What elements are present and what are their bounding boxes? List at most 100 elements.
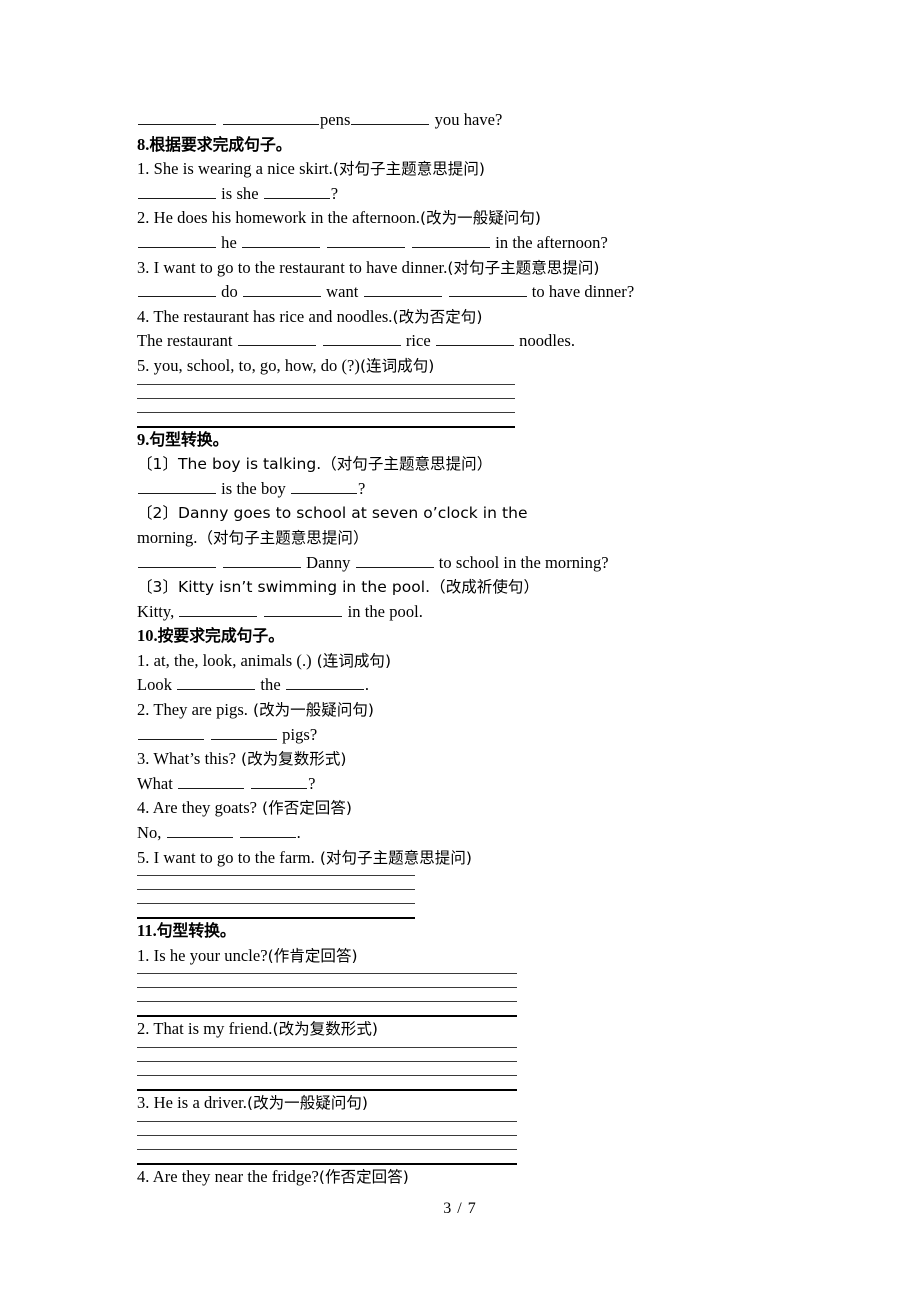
answer-rule-group	[137, 383, 777, 428]
fill-blank[interactable]	[351, 109, 430, 125]
question-prompt: 5. I want to go to the farm. (对句子主题意思提问)	[137, 846, 777, 871]
answer-rule[interactable]	[137, 1075, 517, 1076]
prompt-instruction: (改为复数形式)	[240, 750, 347, 769]
answer-line: Danny to school in the morning?	[137, 551, 777, 576]
answer-segment: rice	[401, 331, 435, 351]
answer-segment: .	[364, 675, 370, 695]
answer-rule[interactable]	[137, 1120, 517, 1122]
prompt-text: 2. They are pigs.	[137, 700, 248, 720]
answer-rule-group	[137, 1047, 777, 1091]
question-prompt: 1. She is wearing a nice skirt.(对句子主题意思提…	[137, 157, 777, 182]
fill-blank[interactable]	[264, 601, 343, 617]
prompt-instruction: (作否定回答)	[262, 799, 352, 818]
fill-blank[interactable]	[263, 183, 330, 199]
page-number: 3 / 7	[443, 1200, 477, 1217]
prompt-instruction: (对句子主题意思提问)	[319, 848, 472, 867]
fill-blank[interactable]	[448, 281, 527, 298]
answer-line: No, .	[137, 821, 777, 846]
answer-line: The restaurant rice noodles.	[137, 329, 777, 354]
fill-blank[interactable]	[179, 601, 258, 617]
answer-segment: pigs?	[278, 724, 318, 744]
fill-blank[interactable]	[242, 281, 321, 298]
fill-blank[interactable]	[138, 281, 216, 298]
fill-blank[interactable]	[177, 674, 256, 691]
fill-blank[interactable]	[291, 478, 358, 494]
answer-rule[interactable]	[137, 1148, 517, 1150]
answer-segment: in the afternoon?	[491, 232, 608, 252]
answer-segment: is the boy	[217, 478, 291, 498]
answer-segment: is she	[217, 183, 263, 203]
answer-segment: in the pool.	[343, 601, 423, 621]
fill-blank[interactable]	[138, 478, 216, 494]
fill-blank[interactable]	[363, 281, 442, 298]
answer-rule[interactable]	[137, 1061, 517, 1062]
answer-rule[interactable]	[137, 987, 517, 989]
fill-blank[interactable]	[239, 822, 296, 839]
fill-blank[interactable]	[211, 723, 277, 740]
prompt-text: 〔2〕Danny goes to school at seven o’clock…	[137, 504, 528, 523]
question-prompt: 5. you, school, to, go, how, do (?)(连词成句…	[137, 354, 777, 379]
fill-blank[interactable]	[223, 109, 319, 125]
section-number: 8.	[137, 134, 150, 154]
prompt-text: 1. She is wearing a nice skirt.	[137, 159, 333, 179]
answer-rule[interactable]	[137, 397, 515, 399]
answer-line: pigs?	[137, 723, 777, 748]
answer-rule[interactable]	[137, 411, 515, 413]
section-number: 10.	[137, 626, 158, 646]
prompt-text: 3. I want to go to the restaurant to hav…	[137, 257, 448, 277]
fill-blank[interactable]	[251, 773, 308, 789]
question-prompt: 〔3〕Kitty isn’t swimming in the pool.（改成祈…	[137, 575, 777, 600]
prompt-text: 3. What’s this?	[137, 749, 236, 769]
answer-rule[interactable]	[137, 889, 415, 891]
answer-segment: ?	[330, 183, 339, 203]
section-heading-11: 11.句型转换。	[137, 919, 777, 944]
fill-blank[interactable]	[242, 232, 321, 248]
answer-segment: to have dinner?	[527, 282, 635, 302]
fill-blank[interactable]	[322, 330, 401, 347]
answer-segment: Kitty,	[137, 601, 179, 621]
fill-blank[interactable]	[138, 232, 216, 248]
fill-blank[interactable]	[138, 109, 216, 125]
answer-rule[interactable]	[137, 903, 415, 905]
question-prompt: 3. What’s this? (改为复数形式)	[137, 747, 777, 772]
answer-rule[interactable]	[137, 973, 517, 975]
question-prompt-continued: morning.（对句子主题意思提问）	[137, 526, 777, 551]
fill-blank[interactable]	[138, 723, 204, 740]
prompt-instruction: (改为一般疑问句)	[246, 1094, 369, 1112]
question-prompt: 3. I want to go to the restaurant to hav…	[137, 256, 777, 281]
prompt-instruction: （对句子主题意思提问）	[197, 528, 369, 547]
answer-rule[interactable]	[137, 1134, 517, 1136]
prompt-instruction: (改为否定句)	[392, 307, 483, 326]
carryover-question-line: pens you have?	[137, 108, 777, 133]
prompt-instruction: （改成祈使句）	[430, 578, 539, 597]
prompt-text: 1. Is he your uncle?	[137, 945, 268, 965]
prompt-text: 5. I want to go to the farm.	[137, 847, 315, 867]
fill-blank[interactable]	[223, 551, 301, 568]
answer-rule[interactable]	[137, 1047, 517, 1048]
fill-blank[interactable]	[138, 551, 216, 568]
answer-segment: do	[217, 282, 242, 302]
prompt-text: 3. He is a driver.	[137, 1093, 247, 1112]
question-prompt: 4. Are they near the fridge?(作否定回答)	[137, 1165, 777, 1190]
answer-rule[interactable]	[137, 383, 515, 385]
answer-rule-group	[137, 973, 777, 1018]
question-prompt: 2. He does his homework in the afternoon…	[137, 206, 777, 231]
prompt-text: 2. He does his homework in the afternoon…	[137, 208, 420, 228]
answer-line: What ?	[137, 772, 777, 797]
question-prompt: 2. That is my friend.(改为复数形式)	[137, 1017, 777, 1042]
fill-blank[interactable]	[327, 232, 406, 248]
fill-blank[interactable]	[285, 674, 364, 691]
fill-blank[interactable]	[166, 822, 233, 839]
fill-blank[interactable]	[237, 330, 316, 347]
fill-blank[interactable]	[355, 551, 434, 568]
answer-line: he in the afternoon?	[137, 231, 777, 256]
fill-blank[interactable]	[138, 183, 216, 199]
answer-line: do want to have dinner?	[137, 280, 777, 305]
answer-rule[interactable]	[137, 875, 415, 877]
answer-segment: .	[296, 823, 301, 843]
fill-blank[interactable]	[412, 232, 491, 248]
fill-blank[interactable]	[178, 773, 245, 789]
answer-rule[interactable]	[137, 1001, 517, 1003]
prompt-instruction: (作肯定回答)	[267, 946, 358, 965]
fill-blank[interactable]	[435, 330, 514, 347]
